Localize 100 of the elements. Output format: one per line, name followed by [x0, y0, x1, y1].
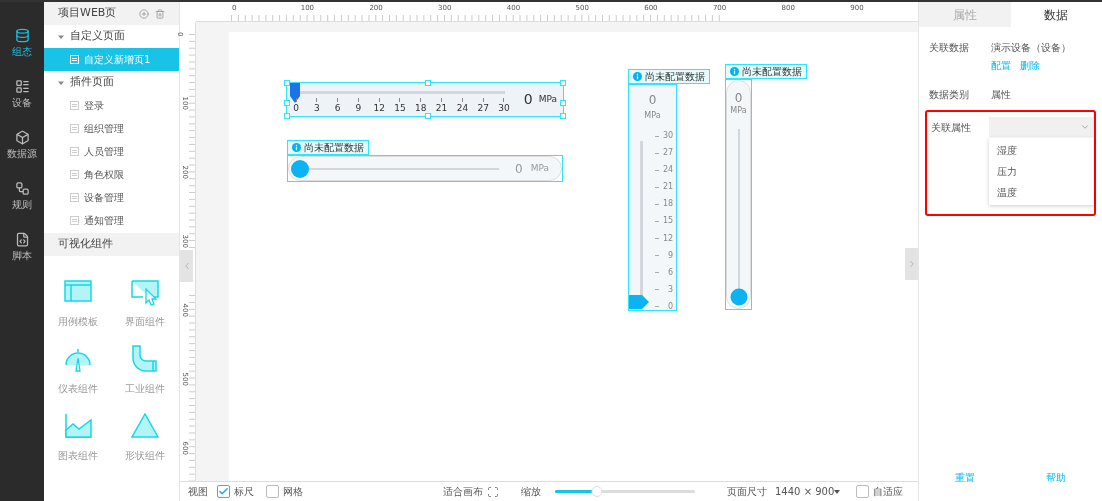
tick-label: 24 — [663, 164, 673, 177]
slider-thumb[interactable] — [291, 159, 309, 178]
cube-icon — [14, 130, 30, 145]
field-label: 关联属性 — [931, 121, 972, 135]
field-label: 数据类别 — [929, 88, 970, 102]
check-icon — [218, 486, 229, 497]
tree-item[interactable]: 登录 — [44, 94, 179, 117]
property-select[interactable] — [989, 117, 1094, 137]
resize-handle[interactable] — [425, 113, 431, 119]
tick-label: 27 — [663, 147, 673, 160]
collapse-right-button[interactable] — [905, 248, 918, 280]
tree-group[interactable]: 插件页面 — [44, 71, 179, 94]
caret-icon — [58, 33, 64, 40]
tick-label: 21 — [435, 102, 448, 114]
resize-handle[interactable] — [284, 113, 290, 119]
info-icon — [292, 143, 301, 152]
checkbox[interactable] — [266, 485, 279, 498]
tree-item[interactable]: 角色权限 — [44, 163, 179, 186]
tick-label: 0 — [293, 102, 299, 114]
checkbox[interactable] — [217, 485, 230, 498]
tick-label: 15 — [394, 102, 406, 114]
add-icon[interactable] — [139, 8, 149, 19]
page-icon — [70, 216, 79, 225]
resize-handle[interactable] — [284, 80, 290, 86]
tick-label: 6 — [666, 266, 673, 279]
fit-canvas-icon[interactable] — [487, 485, 499, 498]
page-icon — [70, 170, 79, 179]
slider-thumb[interactable] — [289, 83, 301, 103]
page-size-dropdown[interactable]: 1440 × 900 — [775, 484, 841, 499]
section-title: 可视化组件 — [58, 236, 113, 253]
page-icon — [70, 193, 79, 202]
tick-label: 3 — [313, 102, 320, 114]
unit-text: MPa — [530, 161, 549, 175]
nav-item[interactable]: 规则 — [0, 181, 44, 212]
resize-handle[interactable] — [560, 80, 566, 86]
nav-item[interactable]: 组态 — [0, 28, 44, 59]
caret-icon — [834, 489, 841, 494]
info-icon — [633, 72, 642, 81]
tree-group[interactable]: 自定义页面 — [44, 25, 179, 48]
scale-slider[interactable]: 0 3 6 9 12 15 18 21 24 27 30 0 MPa — [286, 82, 564, 117]
tick-label: 9 — [666, 249, 673, 262]
tick-label: 12 — [663, 232, 673, 245]
page-icon — [70, 147, 79, 156]
tick-label: 27 — [477, 102, 489, 114]
field-value: 属性 — [991, 88, 1011, 102]
collapse-left-button[interactable] — [180, 250, 193, 282]
tick-label: 0 — [666, 300, 673, 313]
tick-label: 3 — [666, 283, 673, 296]
zoom-thumb[interactable] — [591, 486, 603, 497]
tree-item[interactable]: 人员管理 — [44, 140, 179, 163]
info-icon — [730, 67, 739, 76]
zoom-label: 缩放 — [521, 485, 541, 499]
caret-icon — [58, 79, 64, 86]
slider-thumb[interactable] — [730, 288, 747, 306]
toggle-label: 网格 — [283, 485, 303, 499]
tree-item[interactable]: 设备管理 — [44, 186, 179, 209]
dropdown-option[interactable]: 温度 — [989, 182, 1094, 203]
slider-thumb[interactable] — [629, 295, 649, 309]
resize-handle[interactable] — [560, 113, 566, 119]
status-tag: 尚未配置数据 — [628, 69, 710, 84]
dropdown-option[interactable]: 压力 — [989, 161, 1094, 182]
toggle-label: 标尺 — [234, 485, 254, 499]
tree-item[interactable]: 组织管理 — [44, 117, 179, 140]
toggle-label: 自适应 — [873, 485, 904, 499]
tick-label: 18 — [415, 102, 427, 114]
dropdown-option[interactable]: 湿度 — [989, 140, 1094, 161]
value-text: 0 — [523, 90, 533, 109]
checkbox[interactable] — [856, 485, 870, 498]
tick-label: 24 — [456, 102, 469, 114]
project-title: 项目WEB页 — [58, 5, 117, 22]
vertical-round-slider[interactable]: 0 MPa — [725, 79, 752, 310]
nav-item[interactable]: 设备 — [0, 79, 44, 110]
field-value: 演示设备（设备） — [991, 41, 1071, 55]
unit-text: MPa — [730, 105, 747, 117]
status-tag: 尚未配置数据 — [725, 64, 807, 79]
delete-icon[interactable] — [155, 8, 165, 19]
tick-label: 9 — [355, 102, 362, 114]
resize-handle[interactable] — [425, 80, 431, 86]
tick-label: 6 — [334, 102, 341, 114]
chevron-down-icon — [1080, 122, 1090, 132]
unit-text: MPa — [538, 92, 557, 106]
tick-label: 15 — [663, 215, 673, 228]
nav-item[interactable]: 脚本 — [0, 232, 44, 263]
tree-item[interactable]: 通知管理 — [44, 209, 179, 232]
status-tag: 尚未配置数据 — [287, 140, 369, 155]
tick-label: 30 — [498, 102, 510, 114]
fit-canvas-label: 适合画布 — [443, 485, 483, 499]
value-text: 0 — [734, 91, 743, 105]
page-size-label: 页面尺寸 — [727, 485, 767, 499]
page-icon — [70, 55, 79, 64]
nav-item[interactable]: 数据源 — [0, 130, 44, 161]
code-file-icon — [14, 232, 30, 247]
tick-label: 21 — [663, 181, 673, 194]
unit-text: MPa — [644, 110, 661, 122]
value-text: 0 — [648, 93, 657, 107]
vertical-scale-slider[interactable]: 0 MPa 30 27 24 21 18 15 12 9 6 3 0 — [628, 84, 677, 311]
list-icon — [14, 79, 30, 94]
view-label: 视图 — [188, 485, 208, 499]
page-icon — [70, 101, 79, 110]
page-icon — [70, 124, 79, 133]
